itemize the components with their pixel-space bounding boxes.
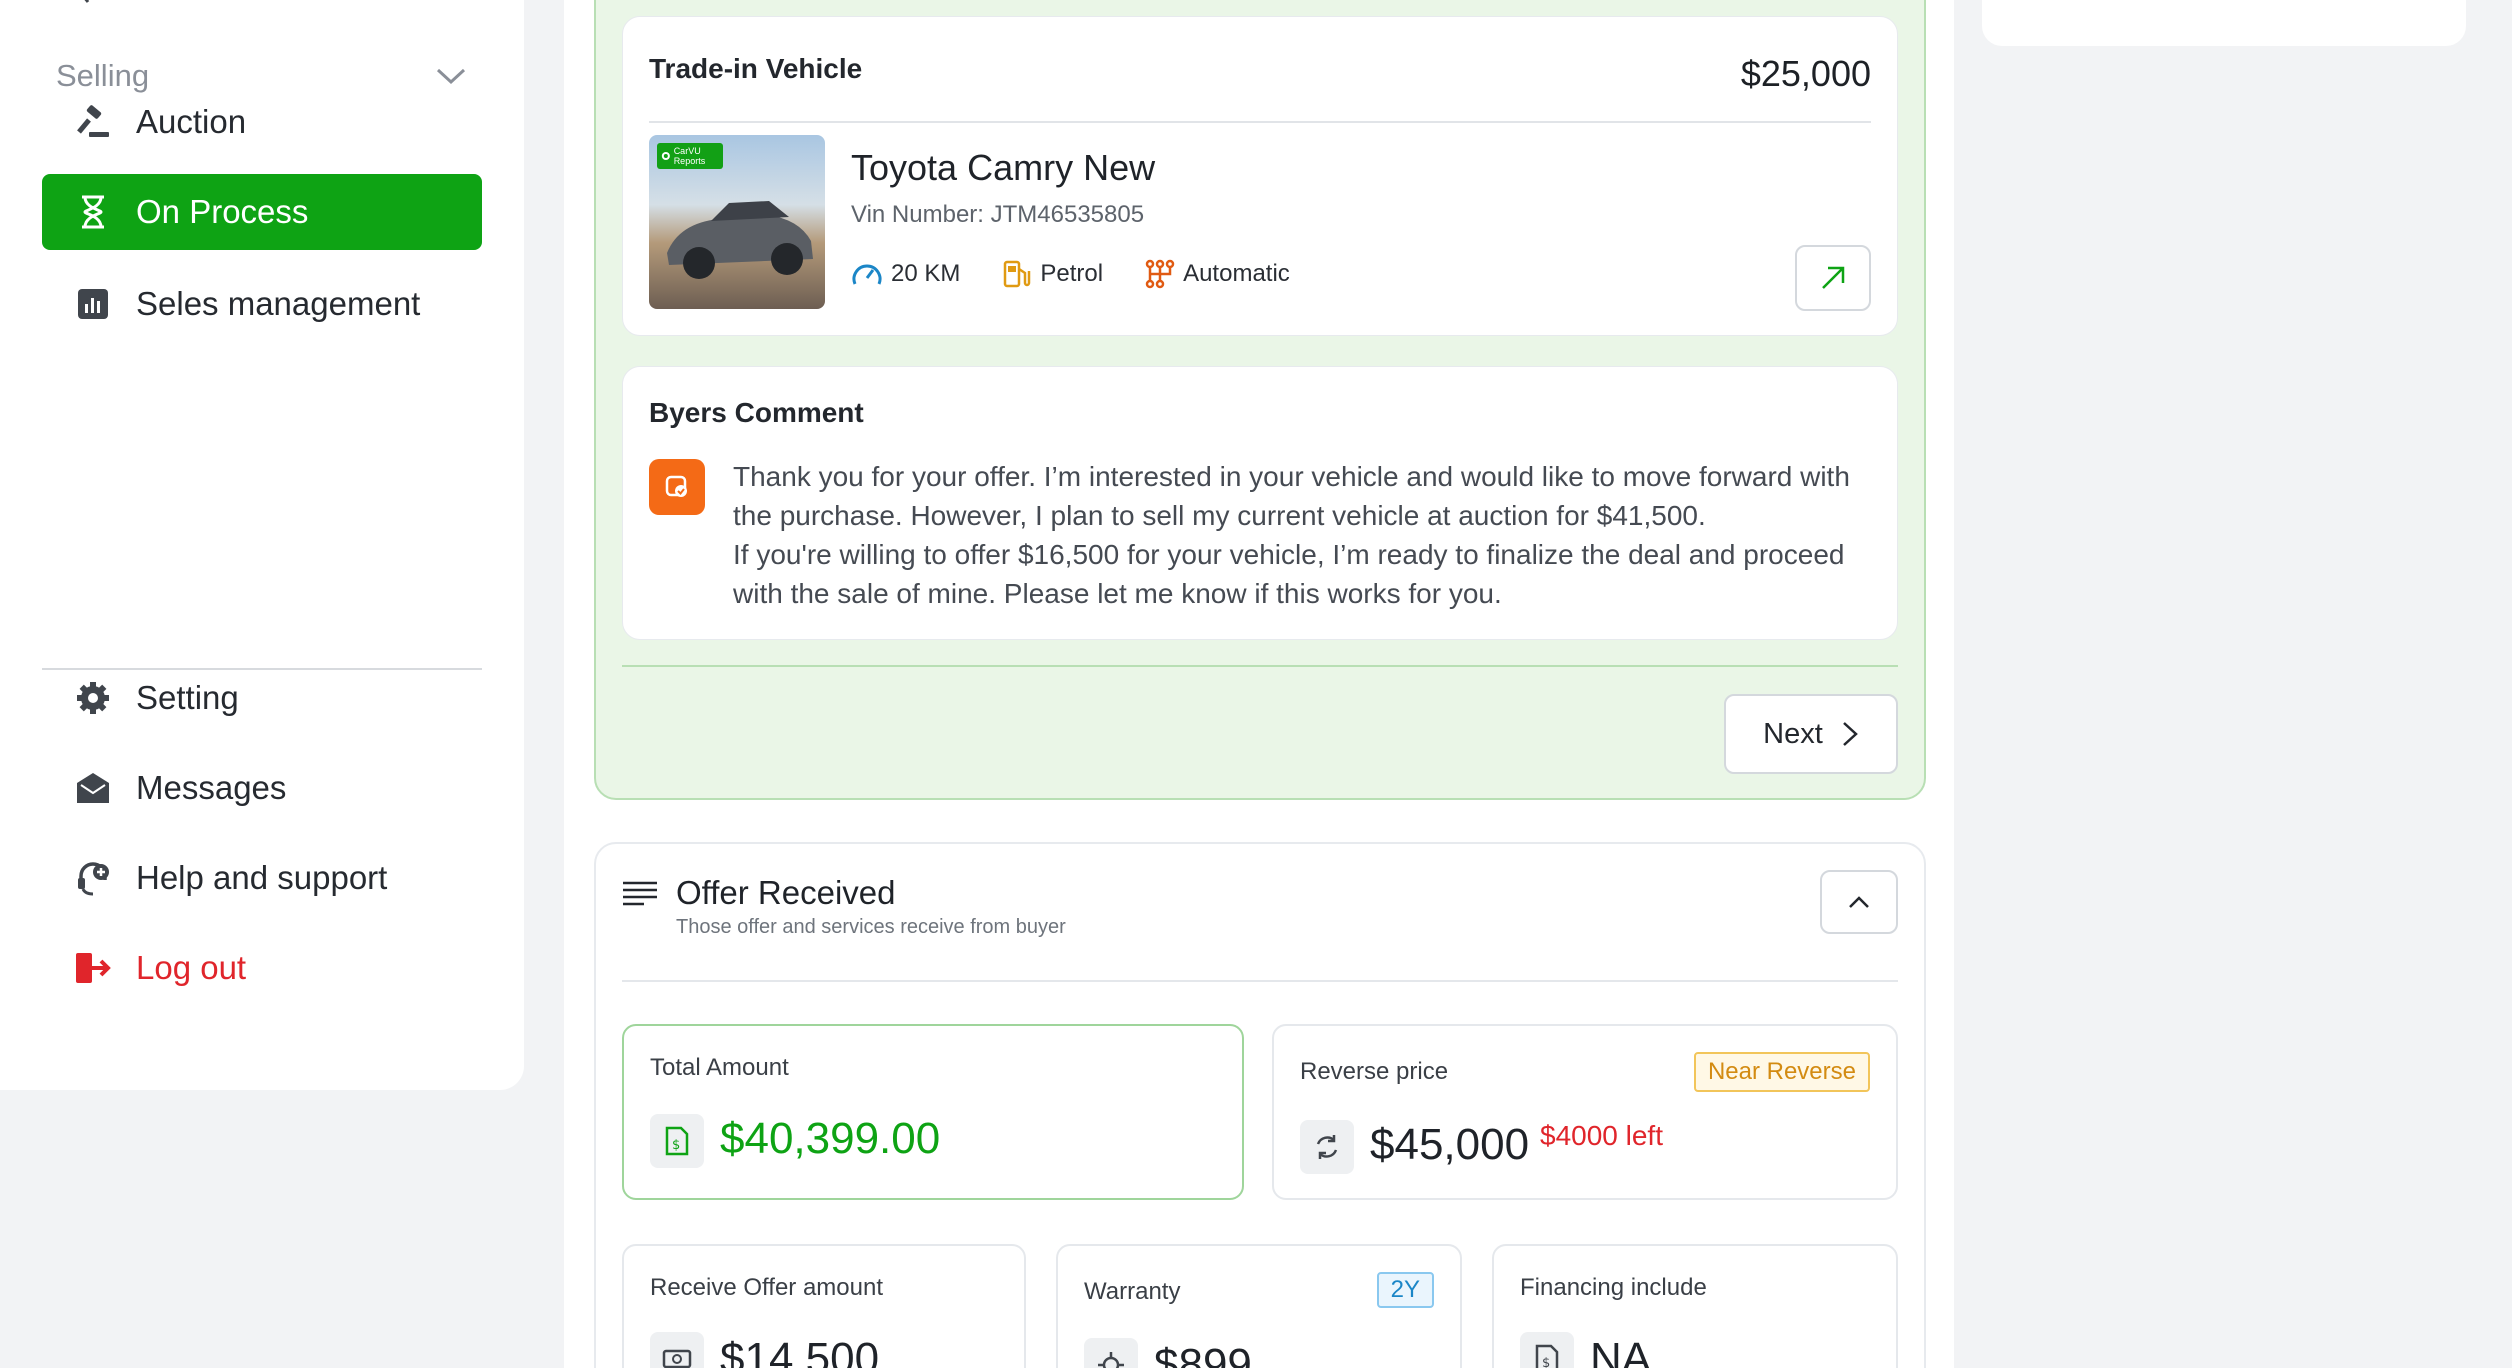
chevron-right-icon [1842, 722, 1858, 746]
sidebar-item-setting[interactable]: Setting [42, 660, 482, 736]
svg-text:$: $ [672, 1138, 680, 1153]
sidebar-item-on-process[interactable]: On Process [42, 174, 482, 250]
metric-value: $899 [1154, 1340, 1252, 1368]
offer-title: Offer Received [676, 874, 896, 911]
right-panel-card [1982, 0, 2466, 46]
offer-subtitle: Those offer and services receive from bu… [676, 916, 1066, 938]
document-money-icon: $ [650, 1114, 704, 1168]
receive-offer-card: Receive Offer amount $14,500 [622, 1244, 1026, 1368]
gear-icon [42, 680, 136, 716]
offer-divider [622, 980, 1898, 982]
envelope-icon [42, 771, 136, 805]
car-vin: Vin Number: JTM46535805 [851, 201, 1145, 228]
badge-check-icon [661, 151, 670, 161]
sidebar-item-label: On Process [136, 193, 309, 230]
partial-nav-icon [84, 0, 90, 3]
near-reverse-badge: Near Reverse [1693, 1052, 1870, 1092]
metric-value: $40,399.00 [720, 1114, 941, 1163]
next-button[interactable]: Next [1724, 694, 1898, 774]
metric-label: Warranty [1084, 1278, 1181, 1305]
tradein-header: Trade-in Vehicle $25,000 [649, 53, 1871, 123]
fuel-pump-icon [1004, 260, 1031, 288]
headset-icon [42, 860, 136, 896]
sidebar-item-label: Auction [136, 103, 247, 140]
cog-icon [1084, 1338, 1138, 1368]
warranty-years-badge: 2Y [1376, 1272, 1434, 1308]
metric-label: Financing include [1520, 1274, 1707, 1301]
warranty-card: Warranty 2Y $899 [1056, 1244, 1462, 1368]
carvu-badge: CarVU Reports [657, 143, 723, 169]
reverse-left-note: $4000 left [1540, 1120, 1663, 1151]
document-money-icon: $ [1520, 1332, 1574, 1368]
sidebar-item-label: Setting [136, 679, 239, 716]
gavel-icon [42, 104, 136, 140]
panel-divider [622, 665, 1898, 667]
hourglass-icon [42, 194, 136, 230]
sidebar-item-label: Log out [136, 949, 247, 986]
metric-label: Total Amount [650, 1054, 789, 1081]
open-vehicle-button[interactable] [1795, 245, 1871, 311]
cash-icon [650, 1332, 704, 1368]
chevron-down-icon [436, 68, 466, 85]
financing-card: Financing include $ NA [1492, 1244, 1898, 1368]
spec-fuel: Petrol [1002, 259, 1103, 289]
sidebar: Selling Auction On Process Seles managem… [0, 0, 524, 1090]
sidebar-item-messages[interactable]: Messages [42, 750, 482, 826]
arrow-up-right-icon [1822, 266, 1845, 289]
spec-transmission: Automatic [1145, 259, 1290, 289]
car-name: Toyota Camry New [851, 147, 1156, 188]
chevron-up-icon [1849, 896, 1869, 908]
comment-text: Thank you for your offer. I’m interested… [733, 461, 1850, 609]
collapse-button[interactable] [1820, 870, 1898, 934]
metric-value: $14,500 [720, 1334, 880, 1368]
sidebar-item-auction[interactable]: Auction [42, 84, 482, 160]
logout-icon [42, 951, 136, 985]
bar-chart-icon [42, 288, 136, 320]
total-amount-card: Total Amount $ $40,399.00 [622, 1024, 1244, 1200]
svg-text:$: $ [1542, 1356, 1550, 1368]
refresh-icon [1300, 1120, 1354, 1174]
tradein-card: Trade-in Vehicle $25,000 CarVU Reports T… [622, 16, 1898, 336]
tradein-title: Trade-in Vehicle [649, 53, 863, 84]
reverse-price-card: Reverse price Near Reverse $45,000 $4000… [1272, 1024, 1898, 1200]
chat-badge-icon [649, 459, 705, 515]
car-specs: 20 KM Petrol Automatic [851, 259, 1290, 289]
buyer-comment-card: Byers Comment Thank you for your offer. … [622, 366, 1898, 640]
sidebar-item-logout[interactable]: Log out [42, 930, 482, 1006]
spec-mileage: 20 KM [851, 259, 960, 289]
metric-value: NA [1590, 1334, 1652, 1368]
gearbox-icon [1145, 259, 1175, 289]
tradein-price: $25,000 [1740, 53, 1871, 94]
sidebar-item-sales-management[interactable]: Seles management [42, 266, 482, 342]
car-image: CarVU Reports [649, 135, 825, 309]
comment-title: Byers Comment [649, 397, 864, 428]
sidebar-item-label: Messages [136, 769, 287, 806]
sidebar-item-label: Seles management [136, 285, 421, 322]
speedometer-icon [852, 264, 882, 285]
metric-label: Reverse price [1300, 1058, 1449, 1085]
list-icon [623, 881, 657, 906]
sidebar-item-help[interactable]: Help and support [42, 840, 482, 916]
sidebar-item-label: Help and support [136, 859, 388, 896]
metric-value: $45,000 [1370, 1120, 1530, 1169]
metric-label: Receive Offer amount [650, 1274, 884, 1301]
